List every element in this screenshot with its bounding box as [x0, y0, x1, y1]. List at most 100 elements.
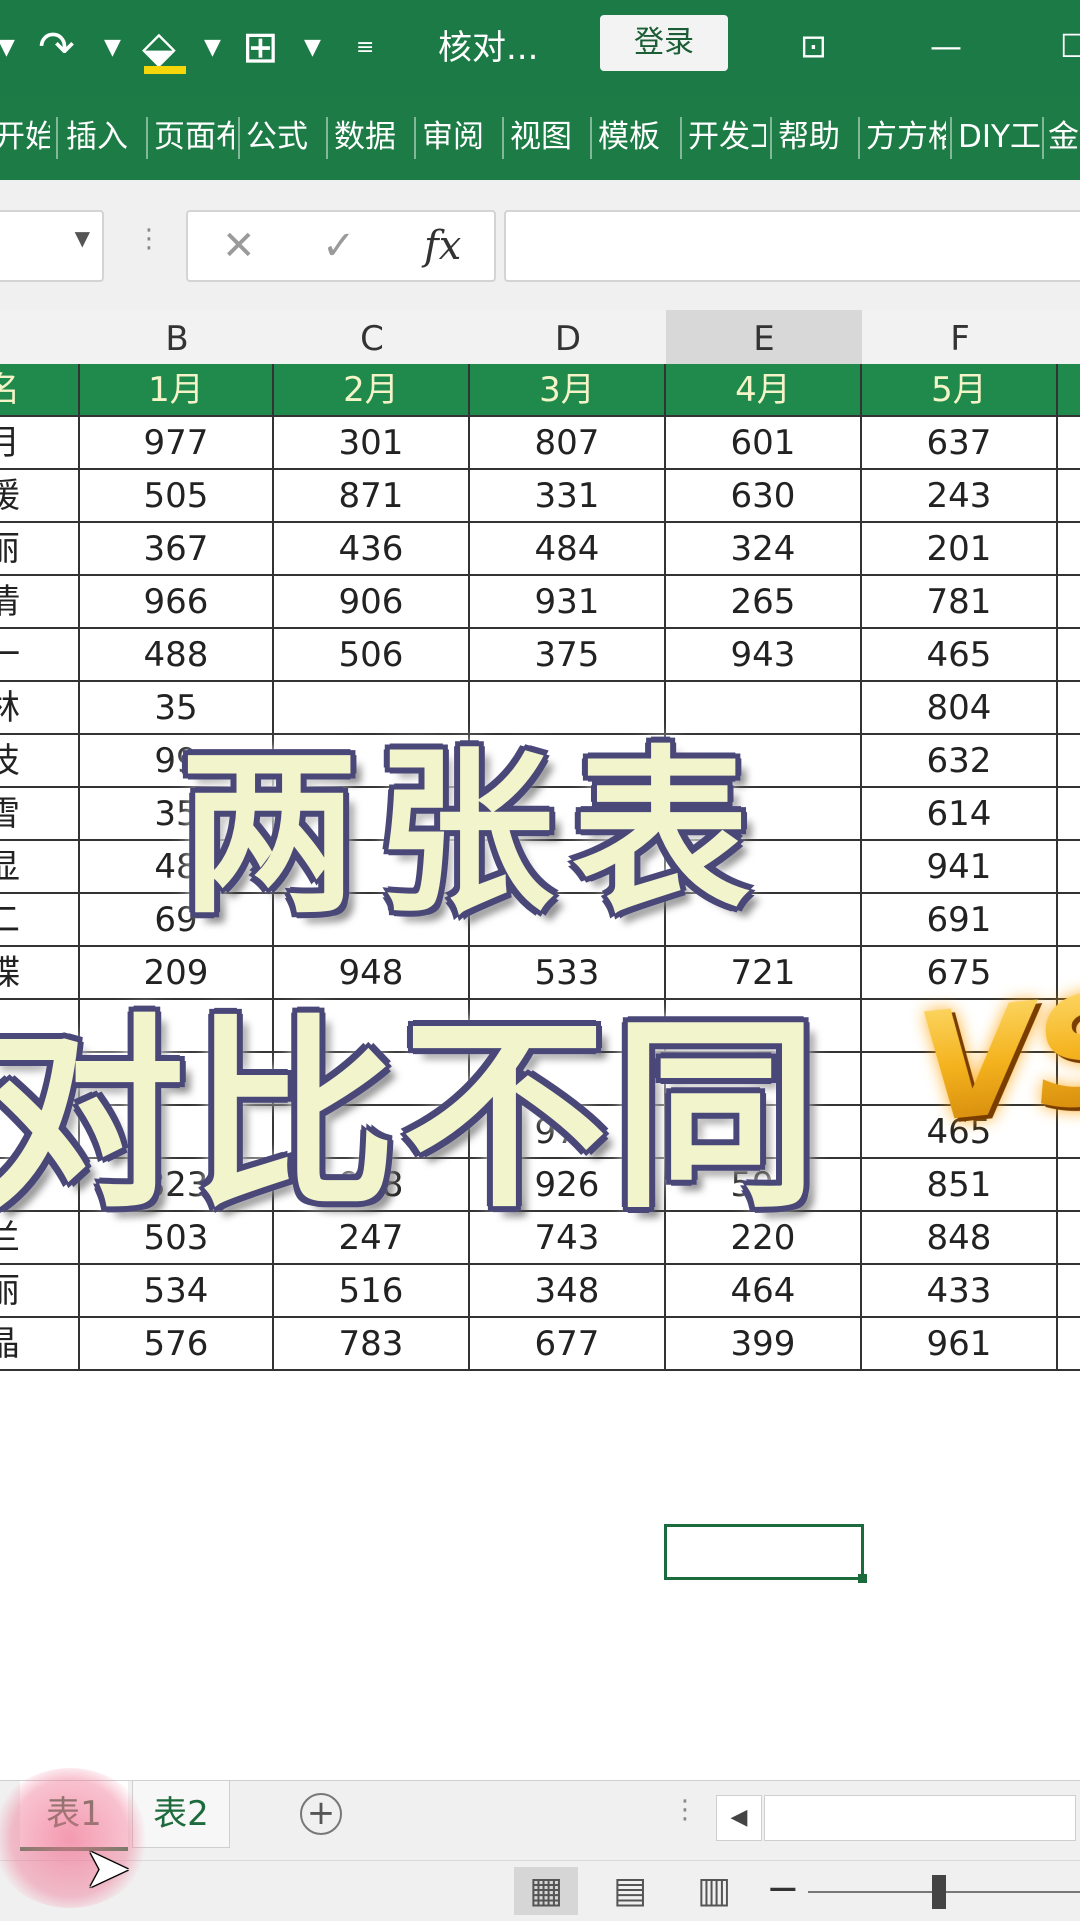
cancel-icon[interactable]: ✕: [222, 218, 256, 274]
table-cell-overflow[interactable]: [1058, 1159, 1080, 1212]
zoom-out-button[interactable]: −: [766, 1865, 800, 1913]
table-cell-feb[interactable]: 506: [274, 629, 470, 682]
table-cell-overflow[interactable]: [1058, 576, 1080, 629]
table-cell-feb[interactable]: 906: [274, 576, 470, 629]
tab-view[interactable]: 视图: [510, 95, 586, 180]
border-icon[interactable]: ⊞: [242, 18, 279, 78]
table-cell-name[interactable]: 一: [0, 629, 80, 682]
table-cell-may[interactable]: 961: [862, 1318, 1058, 1371]
table-cell-overflow[interactable]: [1058, 470, 1080, 523]
table-cell-name[interactable]: 晶: [0, 1318, 80, 1371]
redo-icon[interactable]: ↷: [38, 18, 75, 78]
table-cell-may[interactable]: 433: [862, 1265, 1058, 1318]
table-cell-feb[interactable]: 516: [274, 1265, 470, 1318]
table-cell-may[interactable]: 941: [862, 841, 1058, 894]
active-cell-selection[interactable]: [664, 1524, 867, 1583]
column-header-F[interactable]: F: [862, 310, 1059, 365]
tab-review[interactable]: 审阅: [422, 95, 498, 180]
table-cell-feb[interactable]: 436: [274, 523, 470, 576]
table-cell-overflow[interactable]: [1058, 1318, 1080, 1371]
tab-developer[interactable]: 开发工: [688, 95, 766, 180]
table-cell-apr[interactable]: 265: [666, 576, 862, 629]
tab-templates[interactable]: 模板: [598, 95, 676, 180]
table-cell-may[interactable]: 804: [862, 682, 1058, 735]
customize-qat-icon[interactable]: ≡: [356, 18, 374, 78]
table-cell-name[interactable]: 丽: [0, 1265, 80, 1318]
formula-input[interactable]: [504, 210, 1080, 282]
table-cell-overflow[interactable]: [1058, 629, 1080, 682]
header-cell-name[interactable]: 名: [0, 364, 80, 417]
tab-fangfang[interactable]: 方方格: [866, 95, 946, 180]
table-cell-feb[interactable]: 871: [274, 470, 470, 523]
table-cell-may[interactable]: 851: [862, 1159, 1058, 1212]
tab-data[interactable]: 数据: [334, 95, 410, 180]
minimize-icon[interactable]: —: [930, 18, 962, 74]
table-cell-jan[interactable]: 576: [80, 1318, 274, 1371]
horizontal-scrollbar[interactable]: [764, 1795, 1076, 1841]
column-header-A[interactable]: [0, 310, 81, 365]
table-cell-mar[interactable]: 807: [470, 417, 666, 470]
table-cell-mar[interactable]: 931: [470, 576, 666, 629]
table-cell-mar[interactable]: 348: [470, 1265, 666, 1318]
table-cell-jan[interactable]: 488: [80, 629, 274, 682]
table-cell-may[interactable]: 632: [862, 735, 1058, 788]
column-header-C[interactable]: C: [274, 310, 471, 365]
redo-dropdown-caret[interactable]: ▼: [104, 18, 121, 78]
tab-insert[interactable]: 插入: [66, 95, 142, 180]
table-cell-name[interactable]: 雪: [0, 788, 80, 841]
table-cell-may[interactable]: 614: [862, 788, 1058, 841]
maximize-icon[interactable]: ☐: [1060, 18, 1080, 74]
column-header-G[interactable]: [1058, 310, 1080, 365]
table-cell-name[interactable]: 倩: [0, 576, 80, 629]
undo-dropdown-caret[interactable]: ▼: [0, 18, 15, 78]
table-cell-apr[interactable]: 399: [666, 1318, 862, 1371]
table-cell-apr[interactable]: 943: [666, 629, 862, 682]
header-cell-overflow[interactable]: [1058, 364, 1080, 417]
table-cell-name[interactable]: 媛: [0, 470, 80, 523]
table-cell-name[interactable]: 二: [0, 894, 80, 947]
header-cell-feb[interactable]: 2月: [274, 364, 470, 417]
table-cell-overflow[interactable]: [1058, 682, 1080, 735]
table-cell-overflow[interactable]: [1058, 894, 1080, 947]
page-layout-view-icon[interactable]: ▤: [598, 1867, 662, 1915]
table-cell-mar[interactable]: 331: [470, 470, 666, 523]
table-cell-apr[interactable]: 464: [666, 1265, 862, 1318]
tab-splitter-icon[interactable]: ⋮: [672, 1795, 698, 1825]
chevron-down-icon[interactable]: ▼: [75, 226, 90, 250]
table-cell-mar[interactable]: 375: [470, 629, 666, 682]
table-cell-overflow[interactable]: [1058, 735, 1080, 788]
table-cell-name[interactable]: 显: [0, 841, 80, 894]
scroll-left-button[interactable]: ◀: [716, 1795, 762, 1841]
add-sheet-button[interactable]: +: [300, 1793, 342, 1835]
header-cell-may[interactable]: 5月: [862, 364, 1058, 417]
column-header-E[interactable]: E: [666, 310, 863, 365]
insert-function-icon[interactable]: fx: [424, 218, 461, 274]
tab-home[interactable]: 开始: [0, 95, 50, 180]
table-cell-apr[interactable]: 630: [666, 470, 862, 523]
tab-help[interactable]: 帮助: [778, 95, 854, 180]
name-box[interactable]: ▼: [0, 210, 104, 282]
table-cell-overflow[interactable]: [1058, 1265, 1080, 1318]
table-cell-may[interactable]: 201: [862, 523, 1058, 576]
formula-bar-splitter-icon[interactable]: ⋮: [136, 224, 162, 254]
border-dropdown-caret[interactable]: ▼: [304, 18, 321, 78]
tab-more[interactable]: 金: [1048, 95, 1080, 180]
column-header-D[interactable]: D: [470, 310, 667, 365]
table-cell-overflow[interactable]: [1058, 788, 1080, 841]
table-cell-overflow[interactable]: [1058, 841, 1080, 894]
table-cell-feb[interactable]: 783: [274, 1318, 470, 1371]
table-cell-may[interactable]: 781: [862, 576, 1058, 629]
normal-view-icon[interactable]: ▦: [514, 1867, 578, 1915]
table-cell-name[interactable]: 林: [0, 682, 80, 735]
table-cell-mar[interactable]: 677: [470, 1318, 666, 1371]
table-cell-may[interactable]: 848: [862, 1212, 1058, 1265]
ribbon-display-icon[interactable]: ⊡: [800, 18, 827, 74]
zoom-slider-thumb[interactable]: [932, 1875, 946, 1909]
table-cell-mar[interactable]: 484: [470, 523, 666, 576]
tab-page-layout[interactable]: 页面布: [154, 95, 234, 180]
table-cell-jan[interactable]: 977: [80, 417, 274, 470]
table-cell-apr[interactable]: 601: [666, 417, 862, 470]
column-header-B[interactable]: B: [80, 310, 275, 365]
table-cell-jan[interactable]: 367: [80, 523, 274, 576]
table-cell-may[interactable]: 465: [862, 629, 1058, 682]
